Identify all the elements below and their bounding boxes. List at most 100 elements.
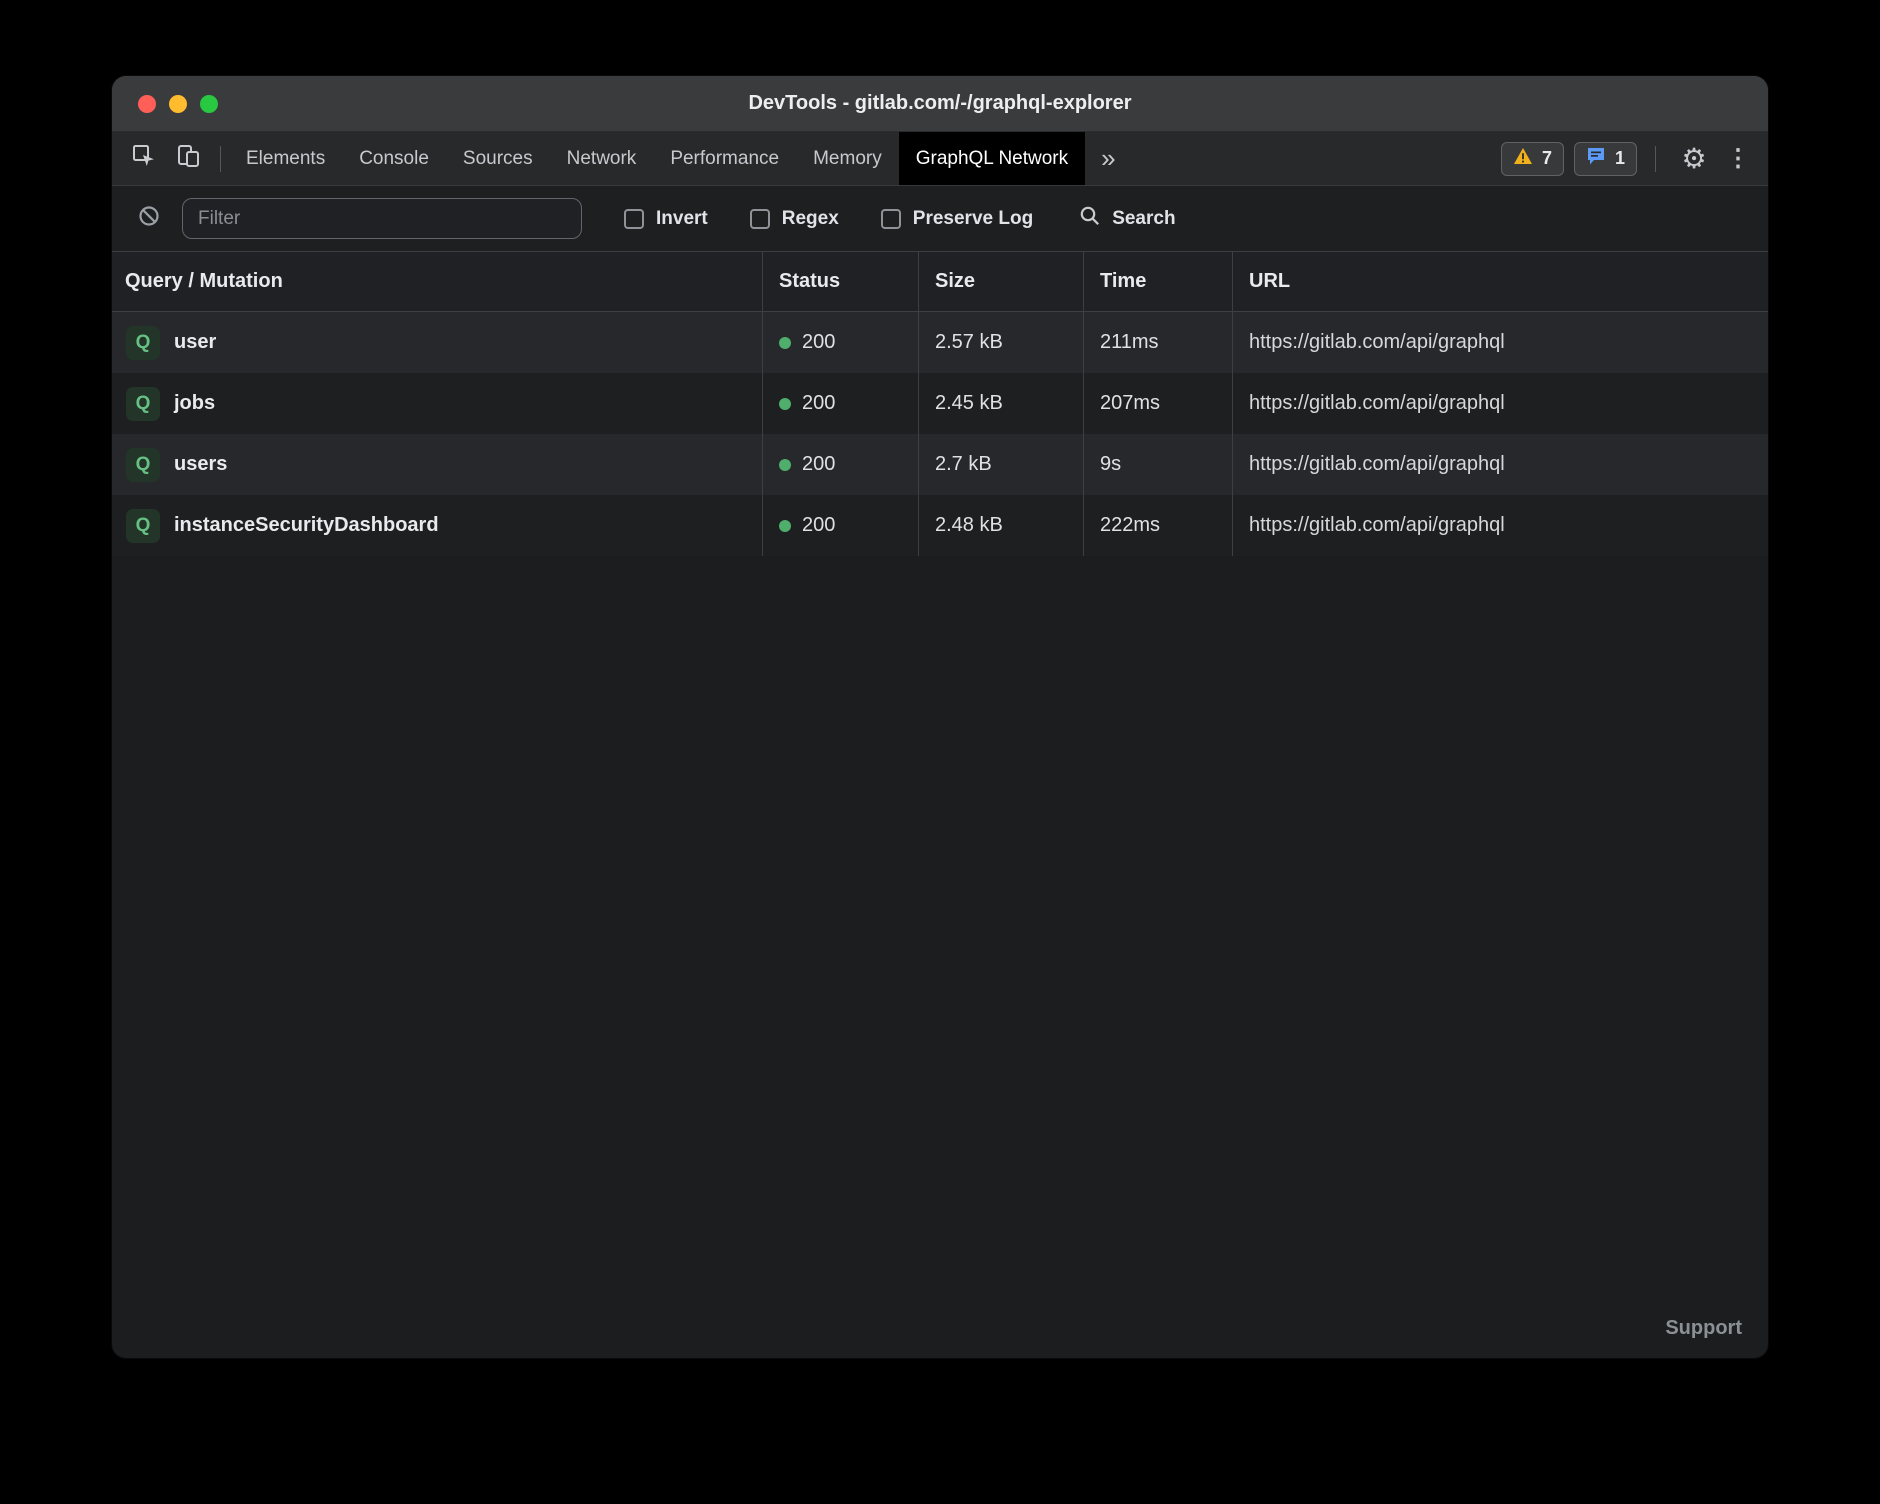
tab-sources[interactable]: Sources bbox=[446, 132, 550, 185]
requests-table: Query / Mutation Status Size Time URL Q … bbox=[112, 252, 1768, 556]
status-ok-dot-icon bbox=[779, 337, 791, 349]
size-value: 2.48 kB bbox=[935, 514, 1003, 537]
time-value: 222ms bbox=[1100, 514, 1160, 537]
tab-network[interactable]: Network bbox=[550, 132, 654, 185]
column-header-query-mutation[interactable]: Query / Mutation bbox=[112, 252, 762, 311]
url-cell: https://gitlab.com/api/graphql bbox=[1232, 495, 1768, 556]
status-cell: 200 bbox=[762, 495, 918, 556]
settings-button[interactable]: ⚙ bbox=[1674, 139, 1714, 179]
search-button[interactable]: Search bbox=[1079, 205, 1175, 233]
size-cell: 2.45 kB bbox=[918, 373, 1083, 434]
size-value: 2.57 kB bbox=[935, 331, 1003, 354]
support-link[interactable]: Support bbox=[1665, 1317, 1742, 1340]
time-value: 211ms bbox=[1100, 331, 1159, 354]
status-ok-dot-icon bbox=[779, 520, 791, 532]
window-title: DevTools - gitlab.com/-/graphql-explorer bbox=[748, 92, 1131, 115]
checkbox-icon bbox=[881, 209, 901, 229]
tabbar-spacer bbox=[1132, 132, 1501, 185]
url-value: https://gitlab.com/api/graphql bbox=[1249, 331, 1505, 354]
tabbar-actions: 7 1 ⚙ ⋮ bbox=[1501, 132, 1768, 185]
close-window-button[interactable] bbox=[138, 95, 156, 113]
url-value: https://gitlab.com/api/graphql bbox=[1249, 514, 1505, 537]
inspect-cursor-icon bbox=[131, 143, 157, 174]
preserve-log-checkbox[interactable]: Preserve Log bbox=[881, 208, 1033, 230]
warnings-badge[interactable]: 7 bbox=[1501, 142, 1564, 176]
column-header-status[interactable]: Status bbox=[762, 252, 918, 311]
checkbox-icon bbox=[624, 209, 644, 229]
status-code: 200 bbox=[802, 392, 835, 415]
kebab-menu-icon: ⋮ bbox=[1726, 144, 1750, 173]
query-name-cell: Q jobs bbox=[112, 373, 762, 434]
messages-badge[interactable]: 1 bbox=[1574, 142, 1637, 176]
table-row[interactable]: Q user 200 2.57 kB 211ms https://gitlab.… bbox=[112, 312, 1768, 373]
size-cell: 2.48 kB bbox=[918, 495, 1083, 556]
query-name-cell: Q instanceSecurityDashboard bbox=[112, 495, 762, 556]
url-value: https://gitlab.com/api/graphql bbox=[1249, 392, 1505, 415]
zoom-window-button[interactable] bbox=[200, 95, 218, 113]
gear-icon: ⚙ bbox=[1681, 142, 1706, 175]
minimize-window-button[interactable] bbox=[169, 95, 187, 113]
filter-input[interactable] bbox=[182, 198, 582, 239]
search-label: Search bbox=[1112, 208, 1175, 230]
message-bubble-icon bbox=[1586, 146, 1606, 171]
customize-menu-button[interactable]: ⋮ bbox=[1724, 139, 1752, 179]
query-name-cell: Q user bbox=[112, 312, 762, 373]
messages-count: 1 bbox=[1615, 148, 1625, 169]
table-row[interactable]: Q jobs 200 2.45 kB 207ms https://gitlab.… bbox=[112, 373, 1768, 434]
query-name-cell: Q users bbox=[112, 434, 762, 495]
table-row[interactable]: Q instanceSecurityDashboard 200 2.48 kB … bbox=[112, 495, 1768, 556]
query-name: users bbox=[174, 453, 227, 476]
url-value: https://gitlab.com/api/graphql bbox=[1249, 453, 1505, 476]
time-cell: 207ms bbox=[1083, 373, 1232, 434]
query-type-icon: Q bbox=[126, 326, 160, 360]
warnings-count: 7 bbox=[1542, 148, 1552, 169]
column-header-url[interactable]: URL bbox=[1232, 252, 1768, 311]
query-name: user bbox=[174, 331, 216, 354]
time-value: 9s bbox=[1100, 453, 1121, 476]
more-tabs-button[interactable]: » bbox=[1085, 132, 1131, 185]
status-ok-dot-icon bbox=[779, 398, 791, 410]
search-icon bbox=[1079, 205, 1101, 233]
preserve-log-label: Preserve Log bbox=[913, 208, 1033, 230]
size-cell: 2.57 kB bbox=[918, 312, 1083, 373]
devtools-tab-bar: Elements Console Sources Network Perform… bbox=[112, 132, 1768, 186]
clear-requests-button[interactable] bbox=[132, 202, 166, 236]
time-cell: 222ms bbox=[1083, 495, 1232, 556]
size-cell: 2.7 kB bbox=[918, 434, 1083, 495]
tab-elements[interactable]: Elements bbox=[229, 132, 342, 185]
column-header-time[interactable]: Time bbox=[1083, 252, 1232, 311]
query-name: instanceSecurityDashboard bbox=[174, 514, 439, 537]
table-row[interactable]: Q users 200 2.7 kB 9s https://gitlab.com… bbox=[112, 434, 1768, 495]
inspect-element-button[interactable] bbox=[124, 139, 164, 179]
regex-label: Regex bbox=[782, 208, 839, 230]
size-value: 2.45 kB bbox=[935, 392, 1003, 415]
tab-graphql-network[interactable]: GraphQL Network bbox=[899, 132, 1085, 185]
tabbar-divider bbox=[220, 146, 221, 172]
title-bar: DevTools - gitlab.com/-/graphql-explorer bbox=[112, 76, 1768, 132]
device-toolbar-icon bbox=[175, 143, 201, 174]
column-header-size[interactable]: Size bbox=[918, 252, 1083, 311]
invert-checkbox[interactable]: Invert bbox=[624, 208, 708, 230]
device-toolbar-button[interactable] bbox=[168, 139, 208, 179]
query-type-icon: Q bbox=[126, 509, 160, 543]
query-type-icon: Q bbox=[126, 448, 160, 482]
tab-performance[interactable]: Performance bbox=[653, 132, 796, 185]
time-cell: 211ms bbox=[1083, 312, 1232, 373]
invert-label: Invert bbox=[656, 208, 708, 230]
regex-checkbox[interactable]: Regex bbox=[750, 208, 839, 230]
status-ok-dot-icon bbox=[779, 459, 791, 471]
url-cell: https://gitlab.com/api/graphql bbox=[1232, 434, 1768, 495]
devtools-window: DevTools - gitlab.com/-/graphql-explorer bbox=[112, 76, 1768, 1358]
status-code: 200 bbox=[802, 453, 835, 476]
tab-console[interactable]: Console bbox=[342, 132, 446, 185]
url-cell: https://gitlab.com/api/graphql bbox=[1232, 312, 1768, 373]
tab-memory[interactable]: Memory bbox=[796, 132, 899, 185]
window-controls bbox=[138, 76, 218, 131]
checkbox-icon bbox=[750, 209, 770, 229]
size-value: 2.7 kB bbox=[935, 453, 992, 476]
query-name: jobs bbox=[174, 392, 215, 415]
status-cell: 200 bbox=[762, 434, 918, 495]
status-cell: 200 bbox=[762, 373, 918, 434]
tool-icons bbox=[112, 132, 229, 185]
block-circle-icon bbox=[137, 204, 161, 233]
